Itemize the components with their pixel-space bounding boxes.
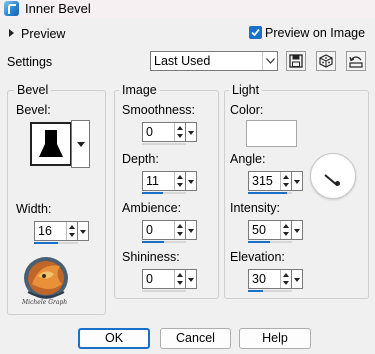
cancel-button[interactable]: Cancel [160, 328, 231, 349]
preview-toggle-label[interactable]: Preview [21, 27, 65, 41]
elevation-slider-track[interactable] [248, 290, 292, 292]
window-title: Inner Bevel [25, 1, 91, 16]
angle-input[interactable]: 315 [248, 171, 292, 191]
depth-stepper[interactable] [174, 172, 185, 190]
chevron-down-icon[interactable] [262, 52, 277, 70]
checkbox-checked-icon [251, 28, 260, 37]
bevel-shape-preview[interactable] [30, 122, 72, 166]
smoothness-stepper[interactable] [174, 123, 185, 141]
preview-on-image-checkbox[interactable] [249, 26, 262, 39]
elevation-label: Elevation: [230, 250, 285, 264]
angle-stepper[interactable] [280, 172, 291, 190]
depth-value: 11 [146, 174, 159, 188]
width-label: Width: [16, 202, 52, 216]
artist-logo-image [24, 257, 68, 299]
shininess-value: 0 [146, 272, 153, 286]
settings-label: Settings [7, 55, 53, 69]
reset-button[interactable] [346, 51, 366, 71]
bevel-shape-icon [39, 130, 63, 157]
angle-slider-track[interactable] [248, 192, 292, 194]
light-color-label: Color: [230, 103, 264, 117]
smoothness-slider-dropdown[interactable] [186, 122, 197, 142]
shininess-input[interactable]: 0 [142, 269, 186, 289]
shininess-slider-track[interactable] [142, 290, 186, 292]
bevel-group-title: Bevel [14, 83, 52, 97]
ambience-label: Ambience: [122, 201, 182, 215]
ambience-spinner[interactable]: 0 [142, 220, 198, 243]
intensity-stepper[interactable] [280, 221, 291, 239]
shininess-slider-dropdown[interactable] [186, 269, 197, 289]
depth-slider-dropdown[interactable] [186, 171, 197, 191]
intensity-slider-fill [248, 241, 270, 243]
elevation-spinner[interactable]: 30 [248, 269, 304, 292]
ambience-value: 0 [146, 223, 153, 237]
width-spinner[interactable]: 16 [34, 221, 90, 244]
depth-slider-track[interactable] [142, 192, 186, 194]
elevation-input[interactable]: 30 [248, 269, 292, 289]
shininess-label: Shininess: [122, 250, 180, 264]
smoothness-slider-track[interactable] [142, 143, 186, 145]
width-value: 16 [38, 224, 52, 238]
angle-slider-fill [248, 192, 287, 194]
save-disk-icon [289, 54, 303, 68]
smoothness-value: 0 [146, 125, 153, 139]
bevel-shape-label: Bevel: [16, 103, 51, 117]
preview-on-image-label[interactable]: Preview on Image [265, 26, 365, 40]
ok-button[interactable]: OK [78, 328, 150, 349]
shininess-spinner[interactable]: 0 [142, 269, 198, 292]
smoothness-label: Smoothness: [122, 103, 195, 117]
random-dice-icon [319, 54, 333, 68]
angle-spinner[interactable]: 315 [248, 171, 304, 194]
intensity-value: 50 [252, 223, 266, 237]
angle-dial-knob[interactable] [335, 181, 340, 186]
depth-input[interactable]: 11 [142, 171, 186, 191]
width-slider-dropdown[interactable] [78, 221, 89, 241]
artist-logo-text: Michele Graph [22, 299, 68, 306]
angle-slider-dropdown[interactable] [292, 171, 303, 191]
app-icon [4, 1, 19, 16]
intensity-slider-track[interactable] [248, 241, 292, 243]
width-slider-fill [34, 242, 59, 244]
ambience-input[interactable]: 0 [142, 220, 186, 240]
intensity-slider-dropdown[interactable] [292, 220, 303, 240]
image-group-title: Image [119, 83, 160, 97]
angle-dial-icon[interactable] [310, 153, 356, 199]
intensity-label: Intensity: [230, 201, 281, 215]
help-button[interactable]: Help [239, 328, 311, 349]
randomize-button[interactable] [316, 51, 336, 71]
elevation-value: 30 [252, 272, 266, 286]
width-stepper[interactable] [66, 222, 77, 240]
ambience-stepper[interactable] [174, 221, 185, 239]
intensity-spinner[interactable]: 50 [248, 220, 304, 243]
save-preset-button[interactable] [286, 51, 306, 71]
ambience-slider-track[interactable] [142, 241, 186, 243]
elevation-slider-fill [248, 290, 263, 292]
elevation-slider-dropdown[interactable] [292, 269, 303, 289]
light-color-swatch[interactable] [246, 120, 297, 147]
depth-label: Depth: [122, 152, 159, 166]
expand-triangle-icon[interactable] [9, 29, 14, 37]
depth-slider-fill [142, 192, 164, 194]
preset-value: Last Used [154, 54, 211, 68]
elevation-stepper[interactable] [280, 270, 291, 288]
preset-dropdown[interactable]: Last Used [150, 51, 278, 71]
smoothness-input[interactable]: 0 [142, 122, 186, 142]
bevel-shape-dropdown[interactable] [71, 120, 90, 168]
light-group-title: Light [229, 83, 263, 97]
shininess-stepper[interactable] [174, 270, 185, 288]
reset-icon [349, 56, 363, 68]
angle-label: Angle: [230, 152, 266, 166]
smoothness-spinner[interactable]: 0 [142, 122, 198, 145]
depth-spinner[interactable]: 11 [142, 171, 198, 194]
width-input[interactable]: 16 [34, 221, 78, 241]
ambience-slider-dropdown[interactable] [186, 220, 197, 240]
width-slider-track[interactable] [34, 242, 78, 244]
intensity-input[interactable]: 50 [248, 220, 292, 240]
ambience-slider-fill [142, 241, 164, 243]
angle-value: 315 [252, 174, 273, 188]
